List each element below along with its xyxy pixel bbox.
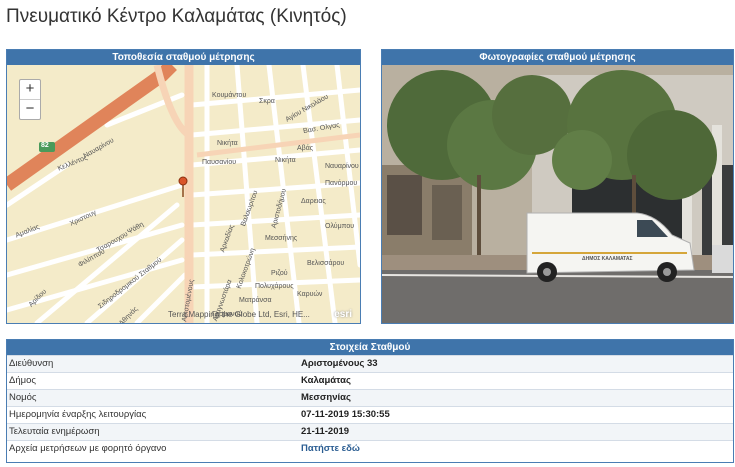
info-label: Διεύθυνση	[9, 358, 54, 369]
info-row: Τελευταία ενημέρωση 21-11-2019	[7, 423, 733, 440]
map-panel: Τοποθεσία σταθμού μέτρησης 82 Κουμάντου …	[6, 49, 361, 324]
info-value: Αριστομένους 33	[301, 358, 378, 369]
map-tiles	[7, 65, 360, 323]
info-row: Αρχεία μετρήσεων με φορητό όργανο Πατήστ…	[7, 440, 733, 457]
info-row: Ημερομηνία έναρξης λειτουργίας 07-11-201…	[7, 406, 733, 423]
info-label: Τελευταία ενημέρωση	[9, 426, 100, 437]
info-row: Διεύθυνση Αριστομένους 33	[7, 355, 733, 372]
photo-panel: Φωτογραφίες σταθμού μέτρησης ΔΗΜΟΣ ΚΑΛΑΜ…	[381, 49, 734, 324]
station-photo-image	[382, 65, 733, 323]
esri-logo: esri	[334, 309, 352, 320]
measurements-files-link[interactable]: Πατήστε εδώ	[301, 441, 360, 457]
info-label: Δήμος	[9, 375, 36, 386]
info-header: Στοιχεία Σταθμού	[7, 340, 733, 355]
info-table: Διεύθυνση Αριστομένους 33 Δήμος Καλαμάτα…	[7, 355, 733, 457]
map-header: Τοποθεσία σταθμού μέτρησης	[7, 50, 360, 65]
zoom-in-button[interactable]: +	[20, 80, 40, 99]
info-value: 21-11-2019	[301, 426, 350, 437]
info-value: Καλαμάτας	[301, 375, 351, 386]
station-info-panel: Στοιχεία Σταθμού Διεύθυνση Αριστομένους …	[6, 339, 734, 463]
map-attribution: Terra Mapping the Globe Ltd, Esri, HE...	[168, 310, 310, 319]
info-row: Νομός Μεσσηνίας	[7, 389, 733, 406]
info-label: Νομός	[9, 392, 37, 403]
page-title: Πνευματικό Κέντρο Καλαμάτας (Κινητός)	[6, 6, 347, 27]
zoom-control: + −	[19, 79, 41, 120]
van-label: ΔΗΜΟΣ ΚΑΛΑΜΑΤΑΣ	[582, 256, 633, 262]
info-value: 07-11-2019 15:30:55	[301, 409, 390, 420]
station-photo[interactable]: ΔΗΜΟΣ ΚΑΛΑΜΑΤΑΣ	[382, 65, 733, 323]
photo-header: Φωτογραφίες σταθμού μέτρησης	[382, 50, 733, 65]
road-badge: 82	[41, 142, 49, 149]
zoom-out-button[interactable]: −	[20, 99, 40, 119]
info-label: Αρχεία μετρήσεων με φορητό όργανο	[9, 443, 167, 454]
info-row: Δήμος Καλαμάτας	[7, 372, 733, 389]
info-value: Μεσσηνίας	[301, 392, 351, 403]
map-view[interactable]: 82 Κουμάντου Σκρα Αγίου Νικολάου Νικήτα …	[7, 65, 360, 323]
info-label: Ημερομηνία έναρξης λειτουργίας	[9, 409, 147, 420]
